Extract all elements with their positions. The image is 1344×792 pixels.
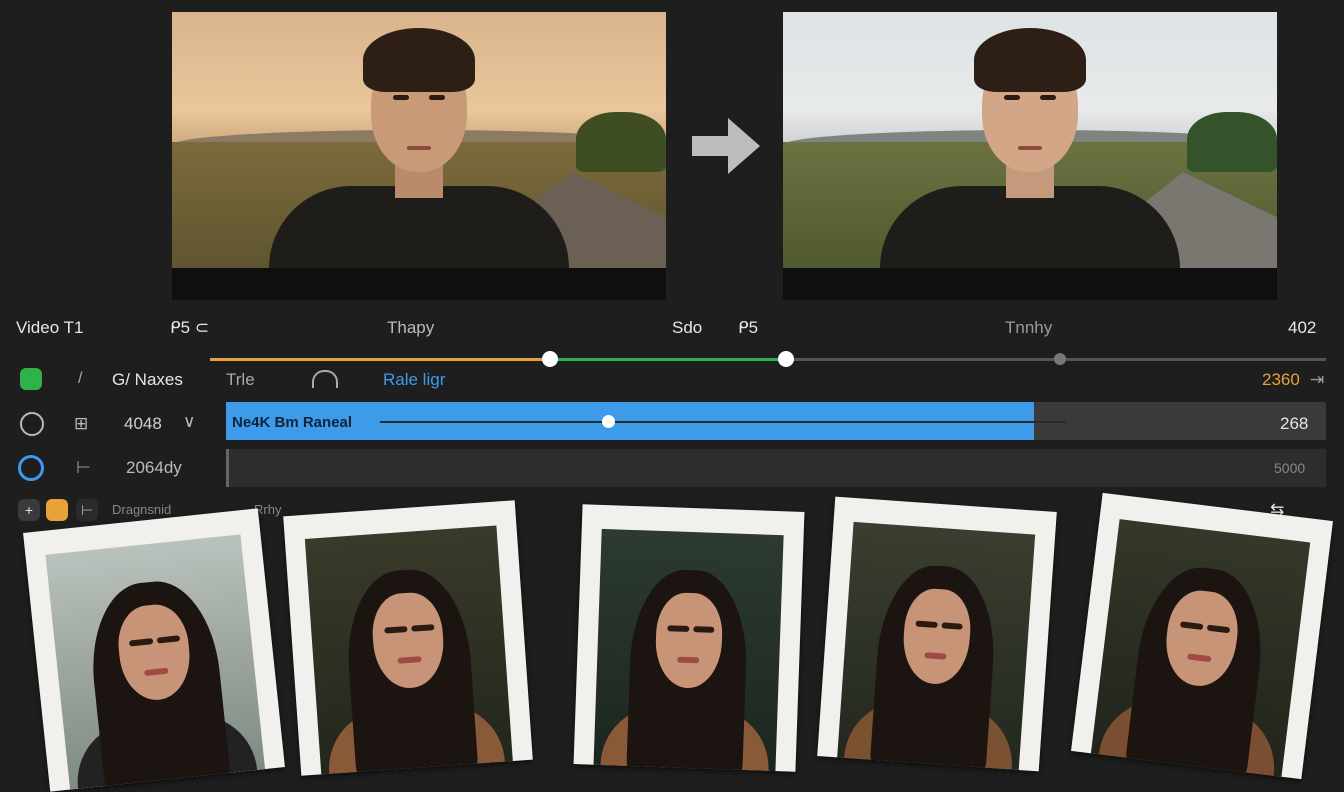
polaroid-1-photo — [45, 534, 266, 790]
header-col-e: Tnnhy — [1005, 318, 1053, 337]
arrow-right-icon — [692, 118, 760, 174]
polaroid-4-photo — [837, 521, 1036, 771]
polaroid-5-photo — [1090, 519, 1311, 777]
row1-sub: Trle — [226, 370, 255, 389]
green-check-icon[interactable] — [20, 368, 42, 390]
scrub-handle-2[interactable] — [778, 351, 794, 367]
row1-value: 2360 — [1262, 370, 1300, 389]
add-icon[interactable]: + — [18, 499, 40, 521]
row2-value: 268 — [1280, 414, 1309, 433]
chevron-down-icon[interactable]: ∨ — [183, 412, 195, 432]
split-tool-icon[interactable]: ⊢ — [76, 499, 98, 521]
polaroid-4[interactable] — [817, 496, 1057, 772]
split-icon[interactable]: ⊢ — [76, 458, 91, 478]
polaroid-3[interactable] — [573, 504, 805, 772]
row1-tag[interactable]: Rale ligr — [383, 370, 445, 390]
edit-pen-icon[interactable]: / — [78, 370, 82, 388]
preview-after-image — [783, 12, 1277, 268]
row1-arrow-icon[interactable]: ⇥ — [1310, 370, 1324, 390]
header-col-b: Thapy — [387, 318, 435, 337]
orange-tool-icon[interactable] — [46, 499, 68, 521]
row3-playhead[interactable] — [226, 449, 229, 487]
row2-handle[interactable] — [602, 415, 615, 428]
row2-clip-line — [380, 421, 1066, 423]
header-col-c: Sdo — [672, 318, 703, 337]
polaroid-1[interactable] — [23, 508, 285, 792]
polaroid-2-photo — [304, 525, 513, 775]
track-name: Video T1 — [16, 318, 84, 337]
circle-icon[interactable] — [20, 412, 44, 436]
blue-target-icon[interactable] — [18, 455, 44, 481]
row1-label: G/ Naxes — [112, 370, 183, 389]
preview-before — [172, 12, 666, 300]
polaroid-2[interactable] — [283, 500, 533, 776]
grid-icon[interactable]: ⊞ — [74, 414, 88, 434]
header-col-f: 402 — [1288, 318, 1317, 337]
scrub-segment-green — [550, 358, 786, 361]
scrub-handle-1[interactable] — [542, 351, 558, 367]
polaroid-3-photo — [593, 528, 784, 772]
row3-value: 5000 — [1274, 460, 1306, 476]
row2-clip-text: Ne4K Bm Raneal — [232, 414, 353, 431]
scrub-handle-3[interactable] — [1054, 353, 1066, 365]
preview-after — [783, 12, 1277, 300]
header-col-d[interactable]: ᑭ5 — [738, 318, 758, 338]
row2-label: 4048 — [124, 414, 162, 433]
preview-before-image — [172, 12, 666, 268]
toolbar-label: Dragnsnid — [112, 502, 172, 517]
row3-label: 2064dy — [126, 458, 182, 477]
header-col-a[interactable]: ᑭ5 ⊂ — [170, 318, 209, 338]
row3-track[interactable] — [226, 449, 1326, 487]
curve-icon[interactable] — [312, 370, 338, 388]
scrub-segment-orange — [210, 358, 550, 361]
polaroid-5[interactable] — [1071, 492, 1333, 780]
